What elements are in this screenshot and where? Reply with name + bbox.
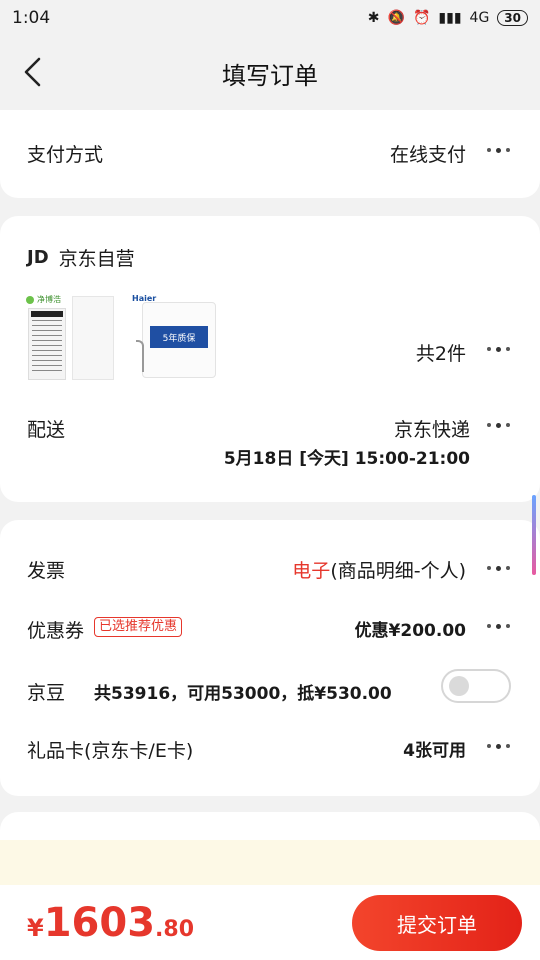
- shop-name: 京东自营: [58, 248, 135, 270]
- signal-icon: ▮▮▮: [438, 10, 462, 26]
- alarm-icon: ⏰: [412, 10, 431, 26]
- chevron-left-icon: [24, 57, 41, 87]
- currency-symbol: ¥: [27, 914, 44, 942]
- more-icon[interactable]: [478, 614, 518, 638]
- payment-card[interactable]: 支付方式 在线支付: [0, 110, 540, 198]
- delivery-label: 配送: [27, 419, 66, 441]
- gift-card-label: 礼品卡(京东卡/E卡): [27, 740, 194, 762]
- invoice-label: 发票: [27, 560, 66, 582]
- shop-card: JD 京东自营 净博浩 Haier 5年质保 共2件 配送 京东快递 5月18日…: [0, 216, 540, 502]
- product-brand: 净博浩: [37, 295, 61, 304]
- price-integer: 1603: [43, 900, 156, 946]
- faucet-pipe: [136, 340, 144, 372]
- total-price: ¥ 1603 .80: [27, 900, 194, 946]
- shop-header: JD 京东自营: [27, 244, 135, 271]
- nav-bar: 填写订单: [0, 36, 540, 110]
- mute-icon: 🔕: [387, 10, 405, 26]
- label-bar: [31, 311, 63, 317]
- product-count: 共2件: [415, 343, 466, 365]
- network-type: 4G: [469, 10, 490, 26]
- more-icon[interactable]: [478, 556, 518, 580]
- invoice-type-highlight: 电子: [292, 560, 331, 582]
- gift-card-value[interactable]: 4张可用: [403, 736, 466, 761]
- bluetooth-icon: ✱: [367, 10, 380, 26]
- price-decimal: .80: [155, 917, 195, 942]
- battery-indicator: 30: [497, 10, 528, 26]
- invoice-type-detail: (商品明细-个人): [330, 560, 466, 582]
- filter-sheet: [72, 296, 114, 380]
- more-icon[interactable]: [478, 138, 518, 162]
- status-time: 1:04: [12, 8, 51, 28]
- delivery-carrier: 京东快递: [393, 419, 470, 441]
- back-button[interactable]: [14, 54, 50, 90]
- jingdou-label: 京豆: [27, 682, 66, 704]
- coupon-tag: 已选推荐优惠: [94, 617, 183, 637]
- more-icon[interactable]: [478, 337, 518, 361]
- product-image[interactable]: 净博浩: [24, 290, 116, 382]
- jingdou-detail: 共53916，可用53000，抵¥530.00: [94, 684, 392, 704]
- invoice-value[interactable]: 电子(商品明细-个人): [292, 556, 466, 583]
- product-image[interactable]: Haier 5年质保: [128, 290, 220, 382]
- side-edge-handle[interactable]: [532, 495, 536, 575]
- more-icon[interactable]: [478, 734, 518, 758]
- coupon-label: 优惠券: [27, 620, 85, 642]
- submit-order-button[interactable]: 提交订单: [352, 895, 522, 951]
- warranty-badge: 5年质保: [150, 326, 208, 348]
- payment-value: 在线支付: [389, 144, 466, 166]
- benefits-card: 发票 电子(商品明细-个人) 优惠券 已选推荐优惠 优惠¥200.00 京豆 共…: [0, 520, 540, 796]
- jingdou-toggle[interactable]: [441, 669, 511, 703]
- label-lines: [32, 320, 62, 372]
- page-title: 填写订单: [222, 61, 318, 90]
- notice-banner: [0, 840, 540, 885]
- delivery-time: 5月18日 [今天] 15:00-21:00: [223, 449, 470, 469]
- more-icon[interactable]: [478, 413, 518, 437]
- jd-logo: JD: [27, 247, 49, 268]
- payment-label: 支付方式: [27, 144, 104, 166]
- coupon-value[interactable]: 优惠¥200.00: [355, 616, 466, 641]
- product-brand-row: 净博浩: [26, 294, 61, 305]
- toggle-knob: [449, 676, 469, 696]
- status-bar: 1:04 ✱ 🔕 ⏰ ▮▮▮ 4G 30: [0, 0, 540, 36]
- status-icons: ✱ 🔕 ⏰ ▮▮▮ 4G 30: [368, 10, 528, 26]
- product-label-sheet: [28, 308, 66, 380]
- leaf-icon: [26, 295, 34, 304]
